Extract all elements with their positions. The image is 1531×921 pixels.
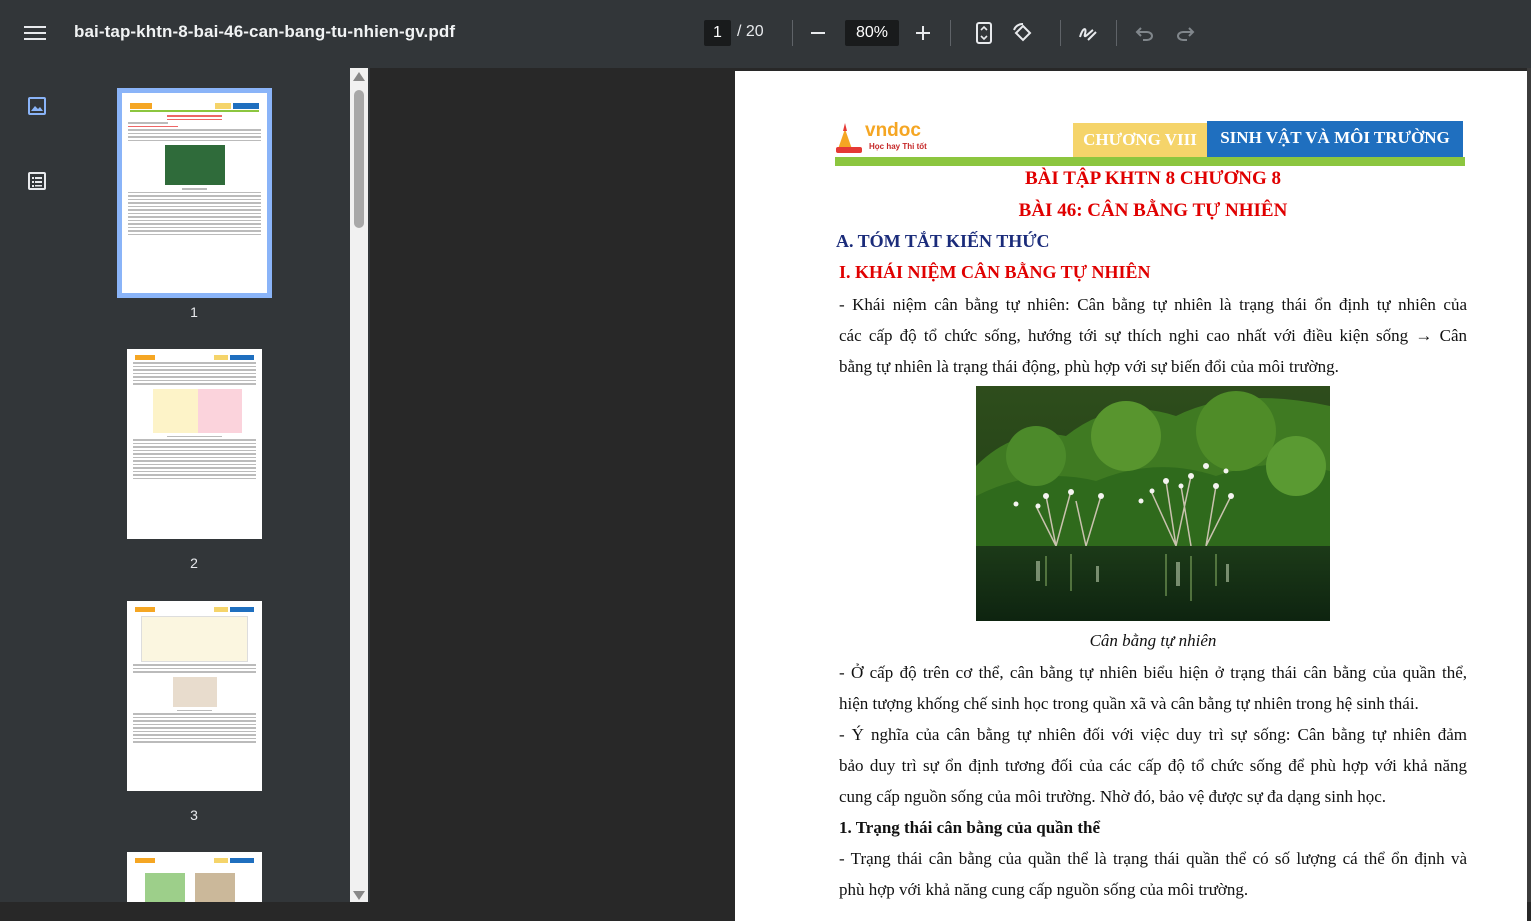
page-thumbnail-2[interactable] — [127, 349, 262, 539]
toolbar-divider — [792, 20, 793, 46]
lesson-title: BÀI 46: CÂN BẰNG TỰ NHIÊN — [1018, 200, 1288, 221]
chapter-title: SINH VẬT VÀ MÔI TRƯỜNG — [1207, 121, 1463, 157]
thumbnails-icon[interactable] — [24, 93, 50, 119]
undo-icon[interactable] — [1132, 20, 1158, 46]
menu-icon[interactable] — [22, 22, 48, 46]
paragraph-line: hiện tượng khống chế sinh học trong quần… — [839, 694, 1419, 713]
scrollbar-thumb[interactable] — [354, 90, 364, 228]
section-heading-a: A. TÓM TẮT KIẾN THỨC — [836, 231, 1050, 251]
paragraph-line: - Trạng thái cân bằng của quần thể là tr… — [839, 849, 1467, 868]
rotate-icon[interactable] — [1010, 20, 1036, 46]
paragraph-line: bằng tự nhiên là trạng thái động, phù hợ… — [839, 357, 1339, 376]
zoom-level-input[interactable]: 80% — [845, 20, 899, 46]
nature-photo — [976, 386, 1330, 621]
annotate-icon[interactable] — [1075, 20, 1101, 46]
paragraph-line: - Ở cấp độ trên cơ thể, cân bằng tự nhiê… — [839, 663, 1467, 682]
viewer-scrollbar[interactable] — [1527, 68, 1531, 902]
section-heading-1: I. KHÁI NIỆM CÂN BẰNG TỰ NHIÊN — [839, 262, 1151, 282]
redo-icon[interactable] — [1172, 20, 1198, 46]
photo-caption: Cân bằng tự nhiên — [1089, 631, 1217, 650]
paragraph-line: các cấp độ tổ chức sống, hướng tới sự th… — [839, 326, 1467, 345]
paragraph-line: phù hợp với khả năng cung cấp nguồn sống… — [839, 880, 1249, 899]
fit-page-icon[interactable] — [971, 20, 997, 46]
subsection-heading: 1. Trạng thái cân bằng của quần thể — [839, 818, 1101, 837]
total-pages: / 20 — [737, 23, 764, 40]
scroll-down-arrow-icon[interactable] — [353, 891, 365, 900]
chapter-label: CHƯƠNG VIII — [1073, 123, 1207, 157]
paragraph-line: - Ý nghĩa của cân bằng tự nhiên đối với … — [839, 725, 1467, 744]
zoom-in-icon[interactable] — [910, 20, 936, 46]
paragraph-line: bảo duy trì sự ổn định tương đối của các… — [839, 756, 1467, 775]
header-rule — [835, 157, 1465, 166]
toolbar-divider — [1116, 20, 1117, 46]
scroll-up-arrow-icon[interactable] — [353, 72, 365, 81]
pdf-page: vndoc Học hay Thi tốt CHƯƠNG VIII SINH V… — [735, 71, 1527, 921]
zoom-out-icon[interactable] — [805, 20, 831, 46]
page-thumbnail-3[interactable] — [127, 601, 262, 791]
toolbar-divider — [950, 20, 951, 46]
outline-icon[interactable] — [24, 168, 50, 194]
paragraph-line: - Khái niệm cân bằng tự nhiên: Cân bằng … — [839, 295, 1467, 314]
page-thumbnail-1[interactable] — [117, 88, 272, 298]
thumbnail-page-number: 2 — [190, 555, 198, 571]
document-title: BÀI TẬP KHTN 8 CHƯƠNG 8 — [1025, 168, 1281, 189]
page-thumbnail-4[interactable] — [127, 852, 262, 902]
page-number-input[interactable]: 1 — [704, 20, 731, 46]
logo-tagline: Học hay Thi tốt — [869, 142, 927, 151]
paragraph-line: cung cấp nguồn sống của môi trường. Nhờ … — [839, 787, 1387, 806]
thumbnail-scrollbar[interactable] — [350, 68, 368, 902]
toolbar-divider — [1060, 20, 1061, 46]
thumbnail-page-number: 1 — [190, 304, 198, 320]
logo-text: vndoc — [865, 120, 921, 141]
vndoc-logo: vndoc Học hay Thi tốt — [835, 119, 935, 155]
pdf-toolbar: bai-tap-khtn-8-bai-46-can-bang-tu-nhien-… — [0, 0, 1531, 68]
file-title: bai-tap-khtn-8-bai-46-can-bang-tu-nhien-… — [74, 22, 456, 41]
thumbnail-page-number: 3 — [190, 807, 198, 823]
